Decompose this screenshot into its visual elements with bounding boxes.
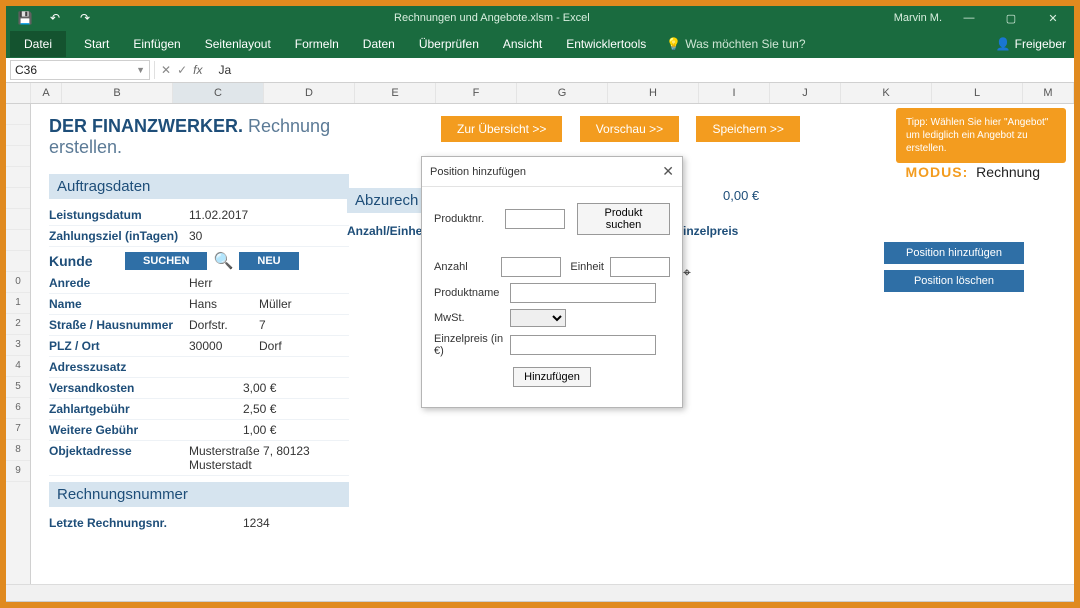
zur-uebersicht-button[interactable]: Zur Übersicht >> — [441, 116, 562, 142]
anrede-value[interactable]: Herr — [189, 276, 349, 290]
anzahl-input[interactable] — [501, 257, 561, 277]
section-auftragsdaten: Auftragsdaten — [49, 174, 349, 199]
nachname-value[interactable]: Müller — [259, 297, 349, 311]
file-tab[interactable]: Datei — [10, 31, 66, 57]
leistungsdatum-value[interactable]: 11.02.2017 — [189, 208, 349, 222]
versand-value[interactable]: 3,00 € — [189, 381, 349, 395]
sheet-tabs: ◄ ► Übersicht Rechnung erstellen Kunden … — [6, 601, 1074, 608]
sheet-tab-vorschau[interactable]: Vorschau — [515, 604, 587, 608]
produktnr-input[interactable] — [505, 209, 565, 229]
zahlart-value[interactable]: 2,50 € — [189, 402, 349, 416]
sheet-tab-uebersicht[interactable]: Übersicht — [46, 604, 118, 608]
zahlungsziel-value[interactable]: 30 — [189, 229, 349, 243]
tab-seitenlayout[interactable]: Seitenlayout — [193, 31, 283, 57]
close-icon[interactable]: ✕ — [1032, 6, 1074, 30]
tab-einfuegen[interactable]: Einfügen — [121, 31, 192, 57]
redo-icon[interactable]: ↷ — [74, 9, 96, 27]
undo-icon[interactable]: ↶ — [44, 9, 66, 27]
ribbon: Datei Start Einfügen Seitenlayout Formel… — [6, 30, 1074, 58]
tab-start[interactable]: Start — [72, 31, 121, 57]
tip-bubble: Tipp: Wählen Sie hier "Angebot" um ledig… — [896, 108, 1066, 163]
hinzufuegen-button[interactable]: Hinzufügen — [513, 367, 591, 387]
formula-bar: C36 ▼ ✕ ✓ fx Ja — [6, 58, 1074, 83]
cancel-icon[interactable]: ✕ — [161, 63, 171, 77]
share-button[interactable]: 👤Freigeber — [996, 37, 1074, 51]
hausnr-value[interactable]: 7 — [259, 318, 349, 332]
suchen-button[interactable]: SUCHEN — [125, 252, 207, 270]
position-loeschen-button[interactable]: Position löschen — [884, 270, 1024, 292]
tab-formeln[interactable]: Formeln — [283, 31, 351, 57]
mwst-select[interactable] — [510, 309, 566, 327]
neu-button[interactable]: NEU — [239, 252, 298, 270]
tab-ueberpruefen[interactable]: Überprüfen — [407, 31, 491, 57]
produktname-input[interactable] — [510, 283, 656, 303]
weitere-value[interactable]: 1,00 € — [189, 423, 349, 437]
section-rechnungsnummer: Rechnungsnummer — [49, 482, 349, 507]
adresszusatz-value[interactable] — [189, 360, 349, 374]
col-anzahl-einheit: Anzahl/Einhe — [347, 224, 422, 238]
modus: MODUS: Rechnung — [906, 164, 1041, 180]
ort-value[interactable]: Dorf — [259, 339, 349, 353]
title-bar: 💾 ↶ ↷ Rechnungen und Angebote.xlsm - Exc… — [6, 6, 1074, 30]
sheet-tab-rechnung-erstellen[interactable]: Rechnung erstellen — [117, 603, 245, 608]
total-value: 0,00 € — [723, 188, 759, 203]
tab-ansicht[interactable]: Ansicht — [491, 31, 554, 57]
tab-daten[interactable]: Daten — [351, 31, 407, 57]
sheet-tab-produkte[interactable]: Produkte — [395, 604, 465, 608]
fx-icon[interactable]: fx — [193, 63, 202, 77]
horizontal-scrollbar[interactable] — [6, 584, 1074, 601]
tab-entwicklertools[interactable]: Entwicklertools — [554, 31, 658, 57]
speichern-button[interactable]: Speichern >> — [696, 116, 799, 142]
search-icon[interactable]: 🔍 — [213, 251, 233, 271]
save-icon[interactable]: 💾 — [14, 9, 36, 27]
person-icon: 👤 — [996, 37, 1011, 51]
einzelpreis-input[interactable] — [510, 335, 656, 355]
plz-value[interactable]: 30000 — [189, 339, 259, 353]
minimize-icon[interactable]: — — [948, 6, 990, 30]
sheet-tab-kunden[interactable]: Kunden — [245, 604, 309, 608]
column-headers[interactable]: A B C D E F G H I J K L M — [6, 83, 1074, 104]
tell-me[interactable]: 💡Was möchten Sie tun? — [666, 37, 805, 51]
formula-value[interactable]: Ja — [208, 63, 231, 77]
maximize-icon[interactable]: ▢ — [990, 6, 1032, 30]
add-sheet-icon[interactable]: ⊕ — [586, 604, 611, 608]
dialog-position-hinzufuegen: Position hinzufügen ✕ Produktnr. Produkt… — [421, 156, 683, 408]
mouse-cursor-icon: ⌖ — [683, 264, 691, 281]
dialog-close-icon[interactable]: ✕ — [662, 163, 674, 180]
page-title: DER FINANZWERKER. Rechnung erstellen. — [49, 116, 349, 158]
window-title: Rechnungen und Angebote.xlsm - Excel — [96, 12, 888, 24]
name-box[interactable]: C36 ▼ — [10, 60, 150, 80]
col-einzelpreis: Einzelpreis — [675, 224, 738, 238]
sheet-tab-rechnungen[interactable]: Rechnungen — [307, 604, 395, 608]
einheit-input[interactable] — [610, 257, 670, 277]
vorname-value[interactable]: Hans — [189, 297, 259, 311]
dialog-title: Position hinzufügen — [430, 166, 526, 178]
vorschau-button[interactable]: Vorschau >> — [580, 116, 679, 142]
strasse-value[interactable]: Dorfstr. — [189, 318, 259, 332]
user-name[interactable]: Marvin M. — [888, 12, 948, 24]
sheet-tab-texte[interactable]: Texte — [464, 604, 516, 608]
objekt-value[interactable]: Musterstraße 7, 80123 Musterstadt — [189, 444, 349, 472]
letzte-value[interactable]: 1234 — [189, 516, 349, 530]
modus-value[interactable]: Rechnung — [976, 164, 1040, 180]
chevron-down-icon[interactable]: ▼ — [136, 65, 145, 75]
row-headers[interactable]: 0123456789 — [6, 104, 31, 584]
bulb-icon: 💡 — [666, 37, 681, 51]
position-hinzufuegen-button[interactable]: Position hinzufügen — [884, 242, 1024, 264]
accept-icon[interactable]: ✓ — [177, 63, 187, 77]
produkt-suchen-button[interactable]: Produkt suchen — [577, 203, 670, 235]
